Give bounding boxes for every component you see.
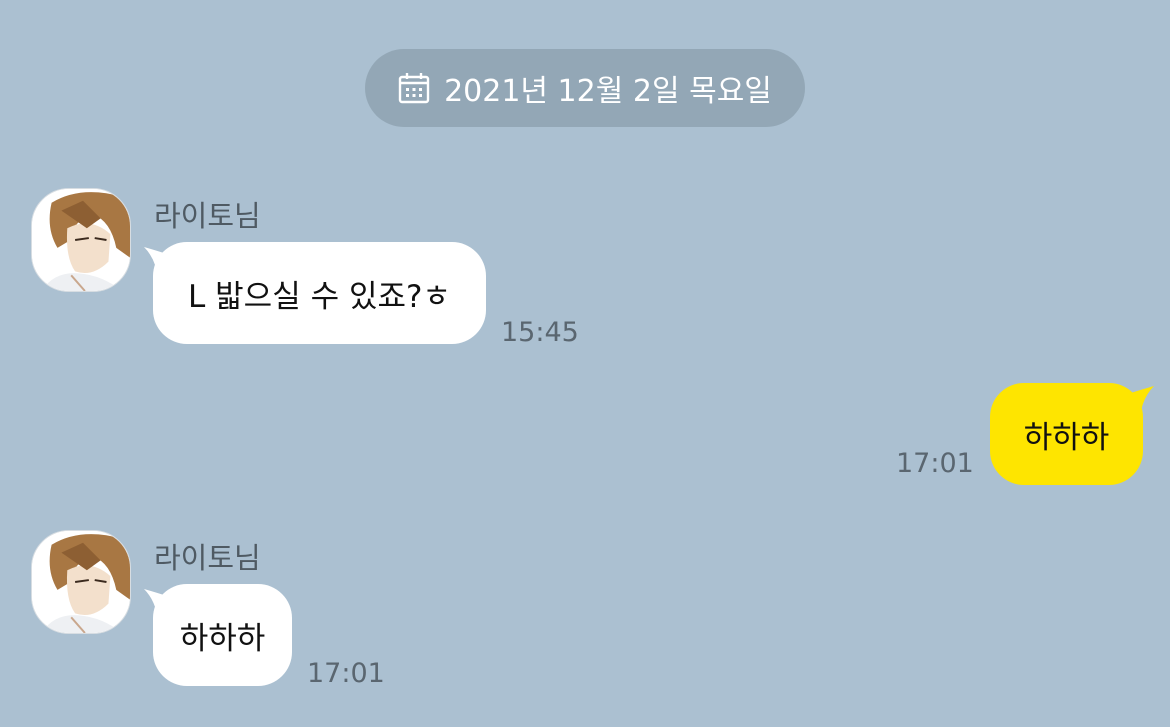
incoming-message-bubble[interactable]: 하하하 [153,584,292,686]
message-timestamp: 17:01 [307,658,385,689]
outgoing-message-bubble[interactable]: 하하하 [990,383,1143,485]
date-divider-text: 2021년 12월 2일 목요일 [444,74,772,109]
date-divider: 2021년 12월 2일 목요일 [365,49,805,127]
incoming-message-bubble[interactable]: L 밟으실 수 있죠?ㅎ [153,242,486,344]
message-text: 하하하 [179,620,266,657]
sender-name: 라이토님 [154,199,261,233]
sender-name: 라이토님 [154,541,261,575]
message-timestamp: 15:45 [501,317,579,348]
message-timestamp: 17:01 [896,448,974,479]
sender-avatar[interactable] [31,530,131,634]
calendar-icon [398,72,430,104]
message-text: 하하하 [1023,419,1110,456]
sender-avatar[interactable] [31,188,131,292]
message-text: L 밟으실 수 있죠?ㅎ [188,278,451,315]
